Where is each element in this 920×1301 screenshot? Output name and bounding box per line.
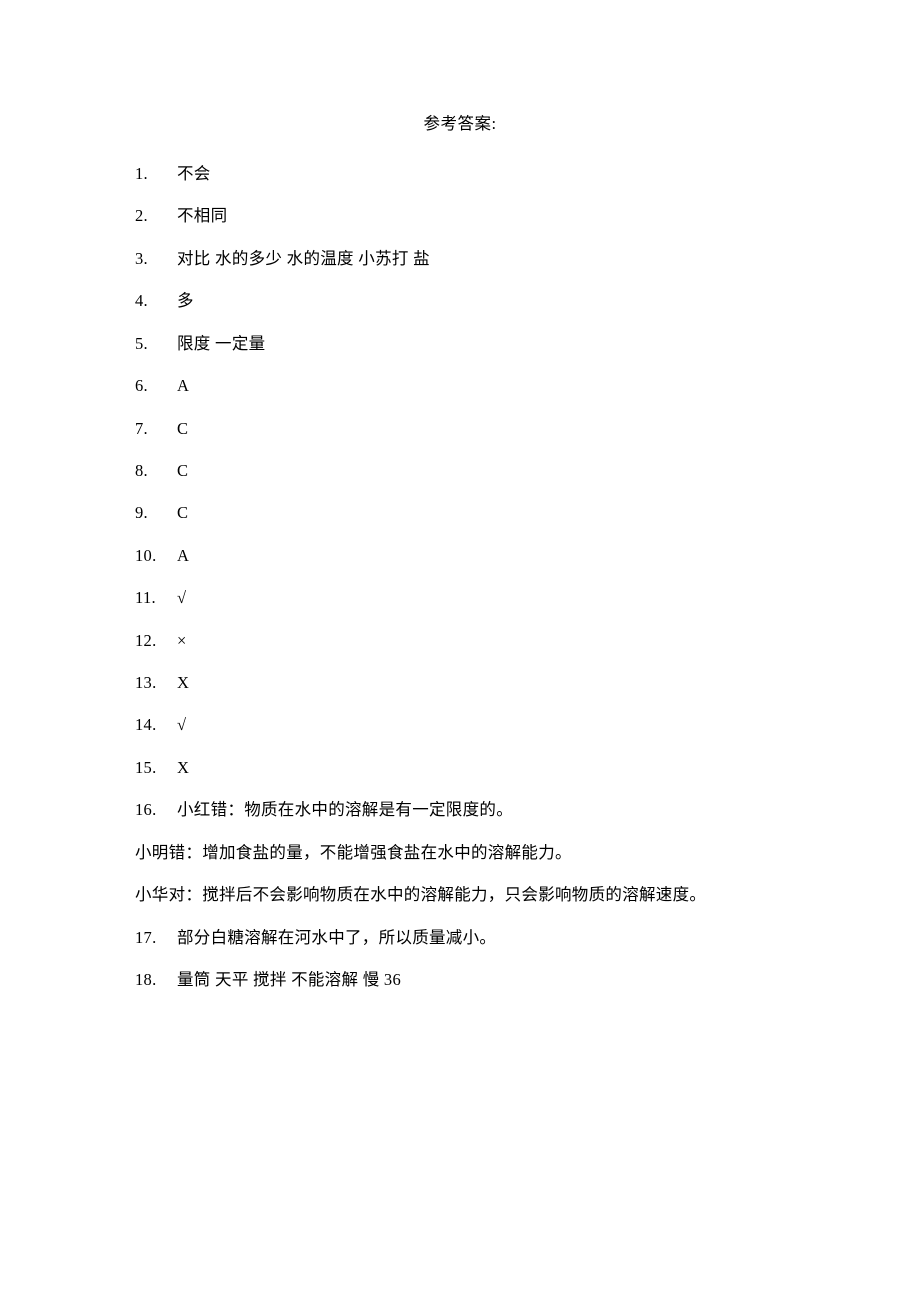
answer-text: 小明错：增加食盐的量，不能增强食盐在水中的溶解能力。 — [135, 843, 572, 862]
answer-number: 3. — [135, 247, 177, 271]
answer-line: 13. X — [135, 671, 785, 695]
answer-line: 10. A — [135, 544, 785, 568]
answer-line: 11. √ — [135, 586, 785, 610]
answer-text: 不会 — [177, 164, 211, 183]
answer-line: 4. 多 — [135, 289, 785, 313]
answer-text: A — [177, 546, 189, 565]
answer-text: 对比 水的多少 水的温度 小苏打 盐 — [177, 249, 430, 268]
answer-text: 限度 一定量 — [177, 334, 265, 353]
answer-key-title: 参考答案: — [135, 110, 785, 134]
answer-text: 小红错：物质在水中的溶解是有一定限度的。 — [177, 800, 513, 819]
answer-text: 不相同 — [177, 206, 227, 225]
answer-number: 18. — [135, 968, 177, 992]
answer-line: 6. A — [135, 374, 785, 398]
answer-text: √ — [177, 588, 186, 607]
answer-line: 7. C — [135, 417, 785, 441]
answer-number: 9. — [135, 501, 177, 525]
answer-number: 8. — [135, 459, 177, 483]
answer-number: 11. — [135, 586, 177, 610]
answer-text: 小华对：搅拌后不会影响物质在水中的溶解能力，只会影响物质的溶解速度。 — [135, 885, 706, 904]
answer-line: 18. 量筒 天平 搅拌 不能溶解 慢 36 — [135, 968, 785, 992]
answer-line: 17. 部分白糖溶解在河水中了，所以质量减小。 — [135, 926, 785, 950]
answer-text: X — [177, 673, 189, 692]
answer-number: 6. — [135, 374, 177, 398]
answer-line: 2. 不相同 — [135, 204, 785, 228]
answer-number: 2. — [135, 204, 177, 228]
answer-line: 3. 对比 水的多少 水的温度 小苏打 盐 — [135, 247, 785, 271]
answer-text: 量筒 天平 搅拌 不能溶解 慢 36 — [177, 970, 401, 989]
answer-number: 15. — [135, 756, 177, 780]
answer-number: 14. — [135, 713, 177, 737]
answer-number: 7. — [135, 417, 177, 441]
answer-text: X — [177, 758, 189, 777]
answer-number: 1. — [135, 162, 177, 186]
answer-line: 9. C — [135, 501, 785, 525]
answer-number: 5. — [135, 332, 177, 356]
answer-text: × — [177, 631, 187, 650]
answer-number: 12. — [135, 629, 177, 653]
answer-number: 13. — [135, 671, 177, 695]
answer-line: 1. 不会 — [135, 162, 785, 186]
answer-text: C — [177, 461, 188, 480]
answer-text: 多 — [177, 291, 194, 310]
answer-text: C — [177, 419, 188, 438]
answer-line: 小明错：增加食盐的量，不能增强食盐在水中的溶解能力。 — [135, 841, 785, 865]
answer-number: 17. — [135, 926, 177, 950]
answer-text: A — [177, 376, 189, 395]
answer-list: 1. 不会 2. 不相同 3. 对比 水的多少 水的温度 小苏打 盐 4. 多 5. 限… — [135, 162, 785, 992]
answer-text: 部分白糖溶解在河水中了，所以质量减小。 — [177, 928, 496, 947]
answer-text: C — [177, 503, 188, 522]
answer-text: √ — [177, 715, 186, 734]
answer-line: 8. C — [135, 459, 785, 483]
answer-line: 15. X — [135, 756, 785, 780]
answer-line: 14. √ — [135, 713, 785, 737]
answer-line: 12. × — [135, 629, 785, 653]
answer-number: 4. — [135, 289, 177, 313]
answer-line: 16. 小红错：物质在水中的溶解是有一定限度的。 — [135, 798, 785, 822]
answer-number: 16. — [135, 798, 177, 822]
answer-line: 小华对：搅拌后不会影响物质在水中的溶解能力，只会影响物质的溶解速度。 — [135, 883, 785, 907]
answer-number: 10. — [135, 544, 177, 568]
answer-line: 5. 限度 一定量 — [135, 332, 785, 356]
